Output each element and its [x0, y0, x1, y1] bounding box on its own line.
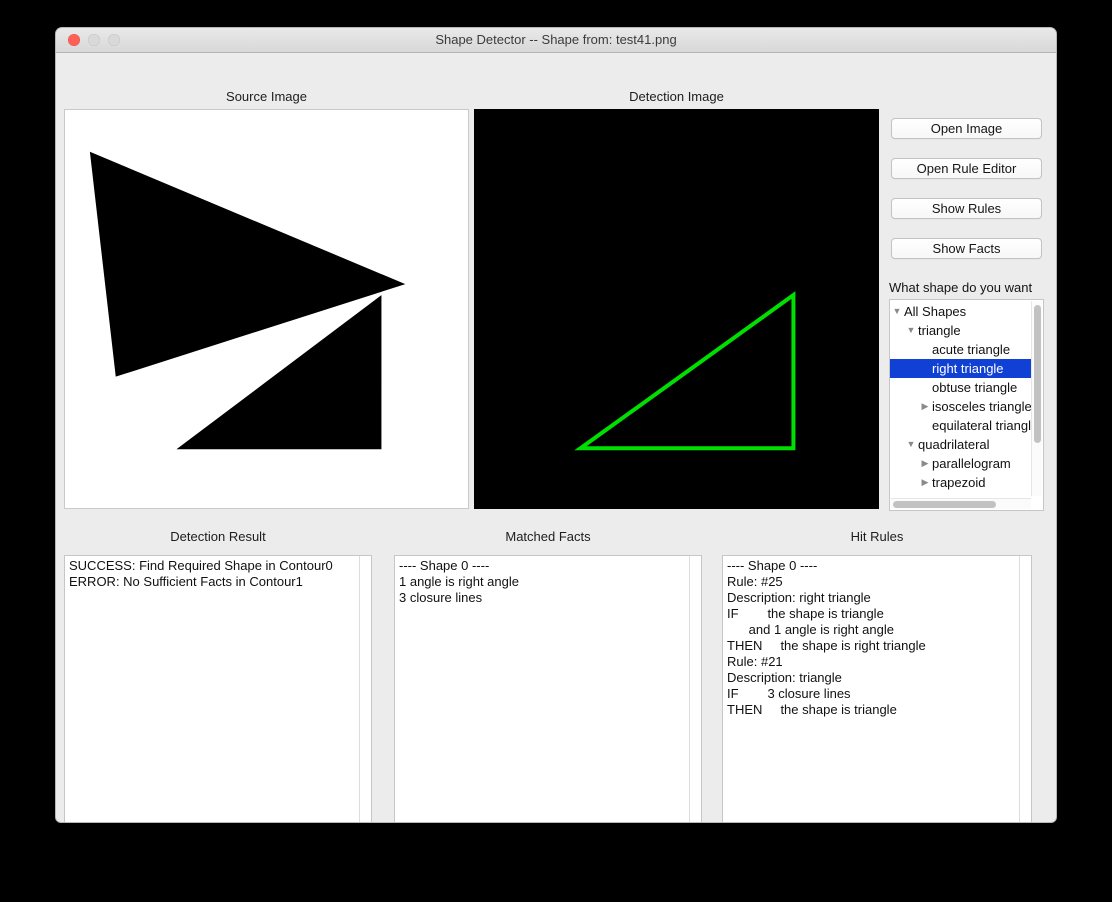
tree-item-triangle[interactable]: ▶▼triangle: [890, 321, 1031, 340]
tree-indent-spacer: ▶: [904, 340, 918, 359]
hit-rules-scrollbar[interactable]: [1019, 556, 1031, 822]
chevron-right-icon[interactable]: ▶: [918, 473, 932, 492]
tree-indent-spacer: ▶: [890, 454, 904, 473]
tree-horizontal-scrollbar[interactable]: [891, 498, 1031, 509]
tree-indent-spacer: ▶: [890, 378, 904, 397]
hit-rules-text: ---- Shape 0 ---- Rule: #25 Description:…: [727, 558, 926, 717]
app-window: Shape Detector -- Shape from: test41.png…: [56, 28, 1056, 822]
window-content: Source Image Detection Image Open Image …: [56, 53, 1056, 822]
tree-item-label: quadrilateral: [918, 437, 990, 452]
tree-item-right-triangle[interactable]: ▶▶▶right triangle: [890, 359, 1031, 378]
shape-tree-rows: ▼All Shapes▶▼triangle▶▶▶acute triangle▶▶…: [890, 302, 1031, 496]
tree-indent-spacer: ▶: [904, 378, 918, 397]
detection-image-canvas: [475, 110, 878, 508]
tree-vertical-scrollbar[interactable]: [1031, 301, 1042, 496]
tree-item-label: triangle: [918, 323, 961, 338]
tree-indent-spacer: ▶: [890, 340, 904, 359]
tree-indent-spacer: ▶: [904, 416, 918, 435]
tree-indent-spacer: ▶: [904, 454, 918, 473]
window-title: Shape Detector -- Shape from: test41.png: [435, 32, 677, 47]
tree-twisty-placeholder: ▶: [918, 359, 932, 378]
source-image-panel[interactable]: [64, 109, 469, 509]
matched-facts-panel[interactable]: ---- Shape 0 ---- 1 angle is right angle…: [394, 555, 702, 822]
chevron-right-icon[interactable]: ▶: [918, 454, 932, 473]
matched-facts-caption: Matched Facts: [505, 529, 591, 544]
shape-tree[interactable]: ▼All Shapes▶▼triangle▶▶▶acute triangle▶▶…: [889, 299, 1044, 511]
tree-item-obtuse-triangle[interactable]: ▶▶▶obtuse triangle: [890, 378, 1031, 397]
detection-image-panel[interactable]: [474, 109, 879, 509]
tree-item-label: isosceles triangle: [932, 399, 1031, 414]
tree-twisty-placeholder: ▶: [918, 340, 932, 359]
tree-item-label: acute triangle: [932, 342, 1011, 357]
detection-image-caption: Detection Image: [629, 89, 724, 104]
open-image-button[interactable]: Open Image: [891, 118, 1042, 139]
tree-indent-spacer: ▶: [890, 359, 904, 378]
detection-result-panel[interactable]: SUCCESS: Find Required Shape in Contour0…: [64, 555, 372, 822]
tree-item-label: parallelogram: [932, 456, 1011, 471]
tree-horizontal-scroll-thumb[interactable]: [893, 501, 996, 508]
source-image-caption: Source Image: [226, 89, 307, 104]
tree-twisty-placeholder: ▶: [918, 416, 932, 435]
show-facts-button[interactable]: Show Facts: [891, 238, 1042, 259]
source-image-canvas: [65, 110, 468, 508]
tree-item-quadrilateral[interactable]: ▶▼quadrilateral: [890, 435, 1031, 454]
tree-item-label: All Shapes: [904, 304, 967, 319]
tree-item-label: obtuse triangle: [932, 380, 1018, 395]
tree-item-acute-triangle[interactable]: ▶▶▶acute triangle: [890, 340, 1031, 359]
tree-indent-spacer: ▶: [890, 416, 904, 435]
tree-item-equilateral-triangle[interactable]: ▶▶▶equilateral triangle: [890, 416, 1031, 435]
tree-item-trapezoid[interactable]: ▶▶▶trapezoid: [890, 473, 1031, 492]
tree-indent-spacer: ▶: [890, 397, 904, 416]
hit-rules-panel[interactable]: ---- Shape 0 ---- Rule: #25 Description:…: [722, 555, 1032, 822]
tree-item-parallelogram[interactable]: ▶▶▶parallelogram: [890, 454, 1031, 473]
chevron-down-icon[interactable]: ▼: [890, 302, 904, 321]
tree-scroll-corner: [1031, 498, 1042, 509]
hit-rules-caption: Hit Rules: [850, 529, 904, 544]
tree-item-All-Shapes[interactable]: ▼ All Shapes: [890, 302, 1031, 321]
detection-result-text: SUCCESS: Find Required Shape in Contour0…: [69, 558, 333, 589]
tree-indent-spacer: ▶: [904, 397, 918, 416]
show-rules-button[interactable]: Show Rules: [891, 198, 1042, 219]
tree-indent-spacer: ▶: [890, 435, 904, 454]
title-bar[interactable]: Shape Detector -- Shape from: test41.png: [56, 28, 1056, 53]
tree-indent-spacer: ▶: [904, 473, 918, 492]
tree-vertical-scroll-thumb[interactable]: [1034, 305, 1041, 443]
detection-result-caption: Detection Result: [170, 529, 266, 544]
matched-facts-scrollbar[interactable]: [689, 556, 701, 822]
detection-result-scrollbar[interactable]: [359, 556, 371, 822]
open-rule-editor-button[interactable]: Open Rule Editor: [891, 158, 1042, 179]
matched-facts-text: ---- Shape 0 ---- 1 angle is right angle…: [399, 558, 519, 605]
tree-indent-spacer: ▶: [890, 473, 904, 492]
tree-indent-spacer: ▶: [890, 321, 904, 340]
shape-tree-label: What shape do you want: [889, 280, 1033, 295]
chevron-right-icon[interactable]: ▶: [918, 397, 932, 416]
tree-item-label: equilateral triangle: [932, 418, 1031, 433]
tree-indent-spacer: ▶: [904, 359, 918, 378]
chevron-down-icon[interactable]: ▼: [904, 435, 918, 454]
tree-item-isosceles-triangle[interactable]: ▶▶▶isosceles triangle: [890, 397, 1031, 416]
tree-item-label: trapezoid: [932, 475, 986, 490]
tree-item-label: right triangle: [932, 361, 1004, 376]
tree-twisty-placeholder: ▶: [918, 378, 932, 397]
chevron-down-icon[interactable]: ▼: [904, 321, 918, 340]
